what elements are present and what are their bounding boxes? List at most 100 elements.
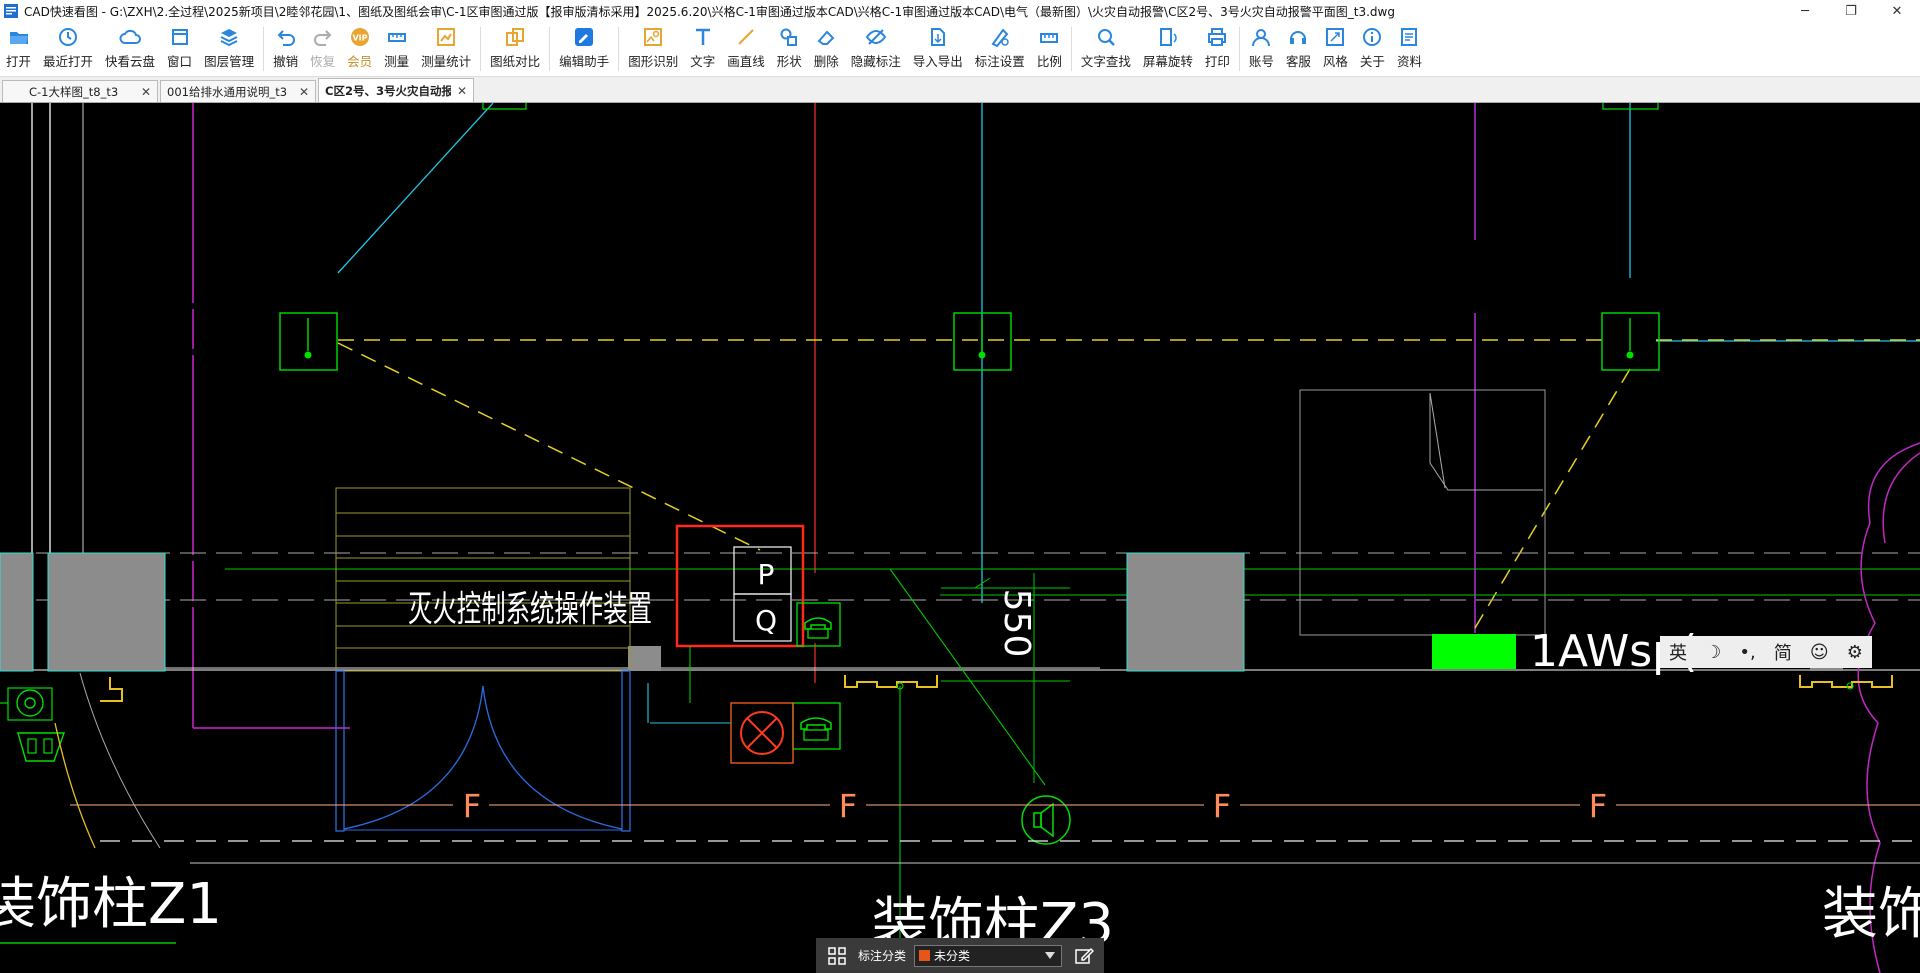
window-button[interactable]: 窗口 bbox=[161, 22, 198, 76]
arc-line bbox=[79, 672, 161, 849]
window-icon bbox=[171, 29, 188, 45]
compare-button[interactable]: 图纸对比 bbox=[484, 22, 546, 76]
text-button[interactable]: 文字 bbox=[684, 22, 721, 76]
layer-manager-button[interactable]: 图层管理 bbox=[198, 22, 260, 76]
window-label: 窗口 bbox=[167, 54, 193, 69]
vip-label: 会员 bbox=[347, 54, 373, 69]
measure-label: 测量 bbox=[384, 54, 410, 69]
text-search-button[interactable]: 文字查找 bbox=[1075, 22, 1137, 76]
annotation-category-select[interactable]: 未分类 bbox=[914, 944, 1063, 967]
punctuation-toggle[interactable]: •, bbox=[1739, 642, 1755, 663]
pq-module[interactable]: P Q bbox=[733, 546, 792, 642]
close-window-button[interactable]: ✕ bbox=[1874, 0, 1920, 22]
dimension-value: 550 bbox=[996, 589, 1037, 658]
shapes-icon bbox=[780, 28, 798, 46]
grid-icon[interactable] bbox=[824, 943, 850, 969]
ime-simplified-toggle[interactable]: 简 bbox=[1774, 639, 1792, 665]
open-button[interactable]: 打开 bbox=[0, 22, 37, 76]
measure-stats-button[interactable]: 测量统计 bbox=[415, 22, 477, 76]
vip-button[interactable]: VIP 会员 bbox=[341, 22, 378, 76]
shape-recognize-button[interactable]: 图形识别 bbox=[622, 22, 684, 76]
control-device-outline bbox=[335, 487, 631, 672]
about-button[interactable]: 关于 bbox=[1354, 22, 1391, 76]
indicator-lamp bbox=[730, 702, 794, 764]
shape-recognize-icon bbox=[644, 28, 663, 46]
print-button[interactable]: 打印 bbox=[1199, 22, 1236, 76]
tab-c1-detail[interactable]: C-1大样图_t8_t3 ✕ bbox=[2, 80, 158, 102]
restore-button[interactable]: ❐ bbox=[1828, 0, 1874, 22]
column-block bbox=[47, 552, 166, 672]
minimize-button[interactable]: ─ bbox=[1782, 0, 1828, 22]
drawing-canvas[interactable]: 灭火控制系统操作装置 P Q 550 1AWsp(F F F F 装饰柱Z1 … bbox=[0, 103, 1920, 973]
smoke-detector bbox=[1601, 312, 1660, 371]
recent-open-label: 最近打开 bbox=[43, 54, 94, 69]
hide-annotation-label: 隐藏标注 bbox=[850, 54, 901, 69]
telephone-jack bbox=[792, 702, 841, 750]
column-label-z1: 装饰柱Z1 bbox=[0, 872, 222, 937]
annotation-settings-icon bbox=[991, 28, 1009, 48]
toolbar-divider bbox=[549, 27, 551, 71]
tab-close-button[interactable]: ✕ bbox=[299, 85, 309, 99]
title-bar: CAD快速看图 - G:\ZXH\2.全过程\2025新项目\2睦邻花园\1、图… bbox=[0, 0, 1920, 22]
landscape-outline bbox=[1882, 452, 1920, 544]
draw-line-label: 画直线 bbox=[727, 54, 765, 69]
import-export-button[interactable]: 导入导出 bbox=[907, 22, 969, 76]
rotate-screen-icon bbox=[1159, 28, 1177, 46]
scale-label: 比例 bbox=[1036, 54, 1062, 69]
chevron-down-icon bbox=[1045, 951, 1056, 959]
layer-manager-label: 图层管理 bbox=[204, 54, 255, 69]
rotate-screen-button[interactable]: 屏幕旋转 bbox=[1137, 22, 1199, 76]
cloud-disk-button[interactable]: 快看云盘 bbox=[99, 22, 161, 76]
draw-line-button[interactable]: 画直线 bbox=[721, 22, 771, 76]
customer-service-button[interactable]: 客服 bbox=[1280, 22, 1317, 76]
resources-button[interactable]: 资料 bbox=[1391, 22, 1428, 76]
annotation-settings-label: 标注设置 bbox=[974, 54, 1025, 69]
open-label: 打开 bbox=[6, 54, 32, 69]
tab-plumbing-notes[interactable]: 001给排水通用说明_t3 ✕ bbox=[160, 80, 316, 102]
moon-icon[interactable]: ☽ bbox=[1705, 642, 1721, 663]
redo-label: 恢复 bbox=[310, 54, 336, 69]
tab-fire-alarm-plan[interactable]: C区2号、3号火灾自动报警平面图_t3 ✕ bbox=[318, 78, 474, 102]
about-label: 关于 bbox=[1359, 54, 1385, 69]
fire-marker: F bbox=[463, 787, 481, 825]
delete-button[interactable]: 删除 bbox=[808, 22, 845, 76]
account-button[interactable]: 账号 bbox=[1243, 22, 1280, 76]
ime-toolbar: 英 ☽ •, 简 ☺ ⚙ bbox=[1660, 636, 1872, 668]
emoji-icon[interactable]: ☺ bbox=[1810, 642, 1829, 663]
text-search-icon bbox=[1097, 29, 1115, 46]
edit-assistant-button[interactable]: 编辑助手 bbox=[553, 22, 615, 76]
annotation-settings-button[interactable]: 标注设置 bbox=[969, 22, 1031, 76]
drawing-svg: 灭火控制系统操作装置 P Q 550 1AWsp(F F F F 装饰柱Z1 … bbox=[0, 103, 1920, 973]
undo-button[interactable]: 撤销 bbox=[267, 22, 304, 76]
gear-icon[interactable]: ⚙ bbox=[1847, 642, 1863, 663]
fire-marker: F bbox=[1589, 787, 1607, 825]
redo-button[interactable]: 恢复 bbox=[304, 22, 341, 76]
hide-annotation-button[interactable]: 隐藏标注 bbox=[845, 22, 907, 76]
history-icon bbox=[59, 28, 78, 46]
fire-marker: F bbox=[1213, 787, 1231, 825]
tab-close-button[interactable]: ✕ bbox=[141, 85, 151, 99]
compare-label: 图纸对比 bbox=[490, 54, 541, 69]
shapes-label: 形状 bbox=[776, 54, 802, 69]
undo-icon bbox=[277, 30, 295, 46]
fire-marker: F bbox=[839, 787, 857, 825]
measure-stats-icon bbox=[437, 28, 456, 46]
edit-assistant-label: 编辑助手 bbox=[559, 54, 610, 69]
selection-highlight[interactable] bbox=[675, 524, 805, 648]
measure-button[interactable]: 测量 bbox=[378, 22, 415, 76]
eye-hide-icon bbox=[865, 29, 886, 45]
annotation-category-label: 标注分类 bbox=[858, 949, 907, 963]
distribution-panel bbox=[1432, 634, 1516, 669]
toolbar-divider bbox=[263, 27, 265, 71]
tab-close-button[interactable]: ✕ bbox=[457, 84, 467, 98]
style-button[interactable]: 风格 bbox=[1317, 22, 1354, 76]
eraser-icon bbox=[817, 30, 835, 45]
edit-icon[interactable] bbox=[1074, 946, 1095, 966]
wall-segment bbox=[100, 677, 123, 702]
shapes-button[interactable]: 形状 bbox=[771, 22, 808, 76]
recent-open-button[interactable]: 最近打开 bbox=[37, 22, 99, 76]
scale-button[interactable]: 比例 bbox=[1031, 22, 1068, 76]
print-icon bbox=[1208, 28, 1227, 46]
resources-label: 资料 bbox=[1396, 54, 1422, 69]
ime-language-toggle[interactable]: 英 bbox=[1669, 639, 1687, 665]
